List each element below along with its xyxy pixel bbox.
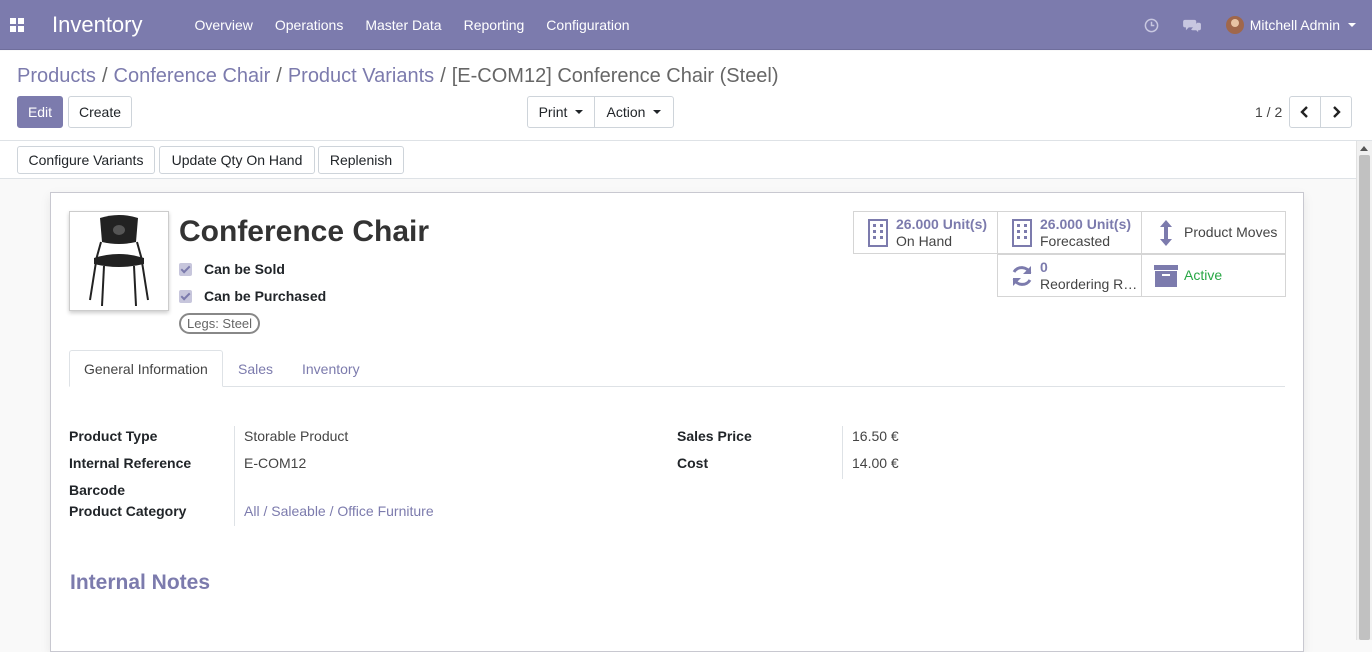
edit-button[interactable]: Edit <box>17 96 63 128</box>
action-label: Action <box>606 104 646 120</box>
internal-reference-value[interactable]: E-COM12 <box>244 455 306 471</box>
chevron-down-icon <box>1348 23 1356 27</box>
menu-master-data[interactable]: Master Data <box>365 17 441 33</box>
building-icon <box>1004 218 1040 247</box>
sales-price-label: Sales Price <box>677 428 752 444</box>
user-avatar[interactable] <box>1225 16 1244 34</box>
create-button[interactable]: Create <box>68 96 132 128</box>
forecasted-smart-button[interactable]: 26.000 Unit(s) Forecasted <box>997 211 1142 254</box>
product-name: Conference Chair <box>179 215 430 248</box>
pager-value[interactable]: 1 / 2 <box>1255 104 1282 120</box>
scroll-up-arrow-icon[interactable] <box>1360 146 1368 151</box>
on-hand-value: 26.000 Unit(s) <box>896 215 988 232</box>
reordering-rules-smart-button[interactable]: 0 Reordering R… <box>997 254 1142 297</box>
scroll-thumb[interactable] <box>1359 155 1370 640</box>
active-label: Active <box>1184 267 1223 283</box>
breadcrumb-separator: / <box>276 65 282 87</box>
product-image[interactable] <box>69 211 169 311</box>
barcode-label: Barcode <box>69 482 126 498</box>
can-be-sold-checkbox[interactable] <box>179 262 192 276</box>
can-be-sold-row: Can be Sold <box>179 261 285 277</box>
active-toggle-smart-button[interactable]: Active <box>1141 254 1286 297</box>
forecasted-value: 26.000 Unit(s) <box>1040 215 1132 232</box>
product-category-link[interactable]: All / Saleable / Office Furniture <box>244 503 434 519</box>
refresh-icon <box>1004 264 1040 288</box>
update-qty-on-hand-button[interactable]: Update Qty On Hand <box>159 146 315 174</box>
print-dropdown[interactable]: Print <box>527 96 595 128</box>
breadcrumb-current: [E-COM12] Conference Chair (Steel) <box>451 65 779 87</box>
field-divider <box>842 426 843 479</box>
can-be-sold-label: Can be Sold <box>204 261 285 277</box>
reordering-label: Reordering R… <box>1040 275 1138 292</box>
archive-icon <box>1148 264 1184 287</box>
product-moves-label: Product Moves <box>1184 224 1278 240</box>
form-sheet: Conference Chair Can be Sold Can be Purc… <box>50 192 1304 652</box>
arrows-vertical-icon <box>1148 219 1184 247</box>
can-be-purchased-checkbox[interactable] <box>179 289 192 303</box>
breadcrumb-conference-chair[interactable]: Conference Chair <box>114 65 271 87</box>
tab-sales[interactable]: Sales <box>224 350 287 387</box>
menu-operations[interactable]: Operations <box>275 17 343 33</box>
sales-price-value[interactable]: 16.50 € <box>852 428 899 444</box>
on-hand-smart-button[interactable]: 26.000 Unit(s) On Hand <box>853 211 998 254</box>
messaging-chat-icon[interactable] <box>1182 18 1202 33</box>
product-type-label: Product Type <box>69 428 158 444</box>
menu-reporting[interactable]: Reporting <box>464 17 525 33</box>
control-panel: Products / Conference Chair / Product Varian… <box>0 51 1372 141</box>
menu-configuration[interactable]: Configuration <box>546 17 629 33</box>
print-label: Print <box>538 104 568 120</box>
forecasted-label: Forecasted <box>1040 232 1111 249</box>
building-icon <box>860 218 896 247</box>
top-navbar: Inventory Overview Operations Master Dat… <box>0 0 1372 50</box>
breadcrumb-separator: / <box>101 65 108 87</box>
apps-menu-icon[interactable] <box>0 0 34 50</box>
breadcrumb-products[interactable]: Products <box>17 65 96 87</box>
internal-notes-title: Internal Notes <box>70 571 211 594</box>
internal-reference-label: Internal Reference <box>69 455 192 471</box>
breadcrumb: Products / Conference Chair / Product Varian… <box>17 65 779 88</box>
pager-next-button[interactable] <box>1320 96 1352 128</box>
breadcrumb-product-variants[interactable]: Product Variants <box>288 65 434 87</box>
app-name[interactable]: Inventory <box>52 12 143 38</box>
chevron-right-icon <box>1333 106 1341 118</box>
tab-inventory[interactable]: Inventory <box>288 350 374 387</box>
product-moves-smart-button[interactable]: Product Moves <box>1141 211 1286 254</box>
can-be-purchased-label: Can be Purchased <box>204 288 327 304</box>
form-statusbar: Configure Variants Update Qty On Hand Re… <box>0 141 1356 179</box>
vertical-scrollbar[interactable] <box>1356 141 1372 640</box>
breadcrumb-separator: / <box>440 65 446 87</box>
activity-clock-icon[interactable] <box>1144 18 1159 33</box>
can-be-purchased-row: Can be Purchased <box>179 288 326 304</box>
pager-previous-button[interactable] <box>1289 96 1321 128</box>
chevron-left-icon <box>1300 106 1308 118</box>
replenish-button[interactable]: Replenish <box>318 146 404 174</box>
chair-image <box>89 215 149 307</box>
notebook-tabs: General Information Sales Inventory <box>69 350 1285 387</box>
chevron-down-icon <box>575 110 584 114</box>
menu-overview[interactable]: Overview <box>195 17 253 33</box>
cost-value[interactable]: 14.00 € <box>852 455 899 471</box>
reordering-value: 0 <box>1040 258 1048 275</box>
on-hand-label: On Hand <box>896 232 953 249</box>
product-category-label: Product Category <box>69 503 187 519</box>
attribute-badge: Legs: Steel <box>179 313 261 334</box>
user-menu[interactable]: Mitchell Admin <box>1250 17 1340 33</box>
cost-label: Cost <box>677 455 709 471</box>
field-divider <box>234 426 235 526</box>
chevron-down-icon <box>653 110 662 114</box>
product-type-value[interactable]: Storable Product <box>244 428 348 444</box>
action-dropdown[interactable]: Action <box>594 96 674 128</box>
tab-general-information[interactable]: General Information <box>69 350 223 387</box>
configure-variants-button[interactable]: Configure Variants <box>17 146 155 174</box>
